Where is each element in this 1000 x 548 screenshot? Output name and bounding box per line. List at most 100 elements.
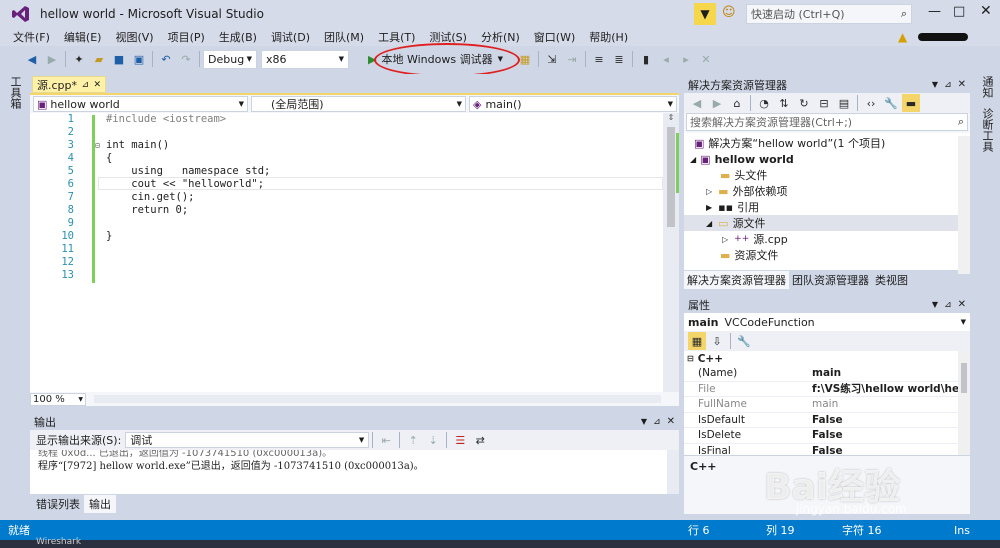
- menu-project[interactable]: 项目(P): [161, 29, 212, 45]
- chevron-down-icon[interactable]: ▼: [932, 80, 938, 89]
- find-message-icon[interactable]: ⇤: [377, 431, 395, 449]
- menu-window[interactable]: 窗口(W): [527, 29, 582, 45]
- property-row[interactable]: (Name) main: [684, 366, 970, 382]
- output-vertical-scrollbar[interactable]: [667, 450, 679, 494]
- tab-team-explorer[interactable]: 团队资源管理器: [789, 272, 872, 288]
- new-project-icon[interactable]: ✦: [70, 50, 88, 68]
- collapse-all-icon[interactable]: ⊟: [815, 94, 833, 112]
- property-row[interactable]: IsFinal False: [684, 444, 970, 455]
- pending-changes-icon[interactable]: ◔: [755, 94, 773, 112]
- bookmark-icon[interactable]: ▮: [637, 50, 655, 68]
- tree-vertical-scrollbar[interactable]: [958, 136, 970, 274]
- open-file-icon[interactable]: ▰: [90, 50, 108, 68]
- pin-icon[interactable]: ⊿: [653, 417, 661, 427]
- prev-message-icon[interactable]: ⇡: [404, 431, 422, 449]
- home-icon[interactable]: ⌂: [728, 94, 746, 112]
- redo-icon[interactable]: ↷: [177, 50, 195, 68]
- pin-icon[interactable]: ⊿: [944, 300, 952, 310]
- tab-error-list[interactable]: 错误列表: [32, 496, 84, 512]
- menu-build[interactable]: 生成(B): [212, 29, 264, 45]
- property-row[interactable]: File f:\VS练习\hellow world\he: [684, 382, 970, 397]
- configuration-select[interactable]: Debug ▼: [203, 49, 257, 69]
- alphabetical-icon[interactable]: ⇩: [708, 332, 726, 350]
- forward-icon[interactable]: ▶: [708, 94, 726, 112]
- tree-item-source-cpp[interactable]: ▷ ++ 源.cpp: [684, 231, 970, 247]
- clear-all-icon[interactable]: ☰: [451, 431, 469, 449]
- scrollbar-thumb[interactable]: [667, 127, 675, 227]
- properties-category[interactable]: ⊟ C++: [684, 351, 970, 366]
- word-wrap-icon[interactable]: ⇄: [471, 431, 489, 449]
- close-button[interactable]: ✕: [980, 3, 992, 19]
- menu-tools[interactable]: 工具(T): [371, 29, 422, 45]
- property-row[interactable]: IsDelete False: [684, 428, 970, 444]
- tree-item-external-deps[interactable]: ▷ ▬ 外部依赖项: [684, 183, 970, 199]
- property-row[interactable]: FullName main: [684, 397, 970, 413]
- notifications-tab[interactable]: 通知: [979, 76, 995, 98]
- filter-icon[interactable]: ▼: [694, 3, 716, 25]
- code-editor[interactable]: 1 #include <iostream> 2 3 ⊟ int main() 4{ 5…: [30, 113, 679, 392]
- collapse-icon[interactable]: ⊟: [95, 139, 100, 152]
- diagnostic-tools-tab[interactable]: 诊断工具: [979, 108, 995, 152]
- feedback-icon[interactable]: ☺: [722, 5, 736, 20]
- menu-team[interactable]: 团队(M): [317, 29, 371, 45]
- property-pages-icon[interactable]: 🔧: [735, 332, 753, 350]
- close-tab-icon[interactable]: ✕: [93, 80, 101, 90]
- chevron-down-icon[interactable]: ▼: [932, 300, 938, 309]
- solution-search-box[interactable]: 搜索解决方案资源管理器(Ctrl+;) ⌕: [686, 113, 968, 131]
- refresh-icon[interactable]: ↻: [795, 94, 813, 112]
- tree-item-resource-files[interactable]: ▬ 资源文件: [684, 247, 970, 263]
- scope-nav-select[interactable]: (全局范围) ▼: [251, 96, 466, 112]
- tree-item-solution[interactable]: ▣ 解决方案“hellow world”(1 个项目): [684, 135, 970, 151]
- back-icon[interactable]: ◀: [23, 50, 41, 68]
- zoom-select[interactable]: 100 % ▼: [30, 392, 86, 406]
- view-code-icon[interactable]: ‹›: [862, 94, 880, 112]
- taskbar-item-wireshark[interactable]: Wireshark: [36, 537, 81, 547]
- scrollbar-thumb[interactable]: [961, 363, 967, 393]
- tab-output[interactable]: 输出: [84, 495, 116, 513]
- preview-selected-icon[interactable]: ▬: [902, 94, 920, 112]
- comment-icon[interactable]: ≡: [590, 50, 608, 68]
- maximize-button[interactable]: □: [953, 4, 965, 19]
- clear-bookmarks-icon[interactable]: ✕: [697, 50, 715, 68]
- property-row[interactable]: IsDefault False: [684, 413, 970, 428]
- close-icon[interactable]: ✕: [958, 299, 966, 310]
- pin-icon[interactable]: ⊿: [944, 80, 952, 90]
- menu-view[interactable]: 视图(V): [108, 29, 160, 45]
- function-nav-select[interactable]: ◈ main() ▼: [469, 96, 677, 112]
- account-name-redacted[interactable]: [918, 33, 968, 41]
- forward-icon[interactable]: ▶: [43, 50, 61, 68]
- tree-item-project[interactable]: ◢ ▣ hellow world: [684, 151, 970, 167]
- menu-help[interactable]: 帮助(H): [582, 29, 635, 45]
- properties-object-select[interactable]: main VCCodeFunction ▼: [684, 313, 970, 331]
- menu-file[interactable]: 文件(F): [6, 29, 57, 45]
- warning-icon[interactable]: ▲: [898, 30, 907, 44]
- editor-vertical-scrollbar[interactable]: ⇕: [663, 113, 679, 392]
- step-into-icon[interactable]: ⇲: [543, 50, 561, 68]
- properties-vertical-scrollbar[interactable]: [958, 351, 970, 455]
- chevron-down-icon[interactable]: ▼: [641, 417, 647, 426]
- tree-item-references[interactable]: ▶ ▪▪ 引用: [684, 199, 970, 215]
- sync-icon[interactable]: ⇅: [775, 94, 793, 112]
- quick-launch[interactable]: 快速启动 (Ctrl+Q) ⌕: [746, 4, 912, 24]
- next-message-icon[interactable]: ⇣: [424, 431, 442, 449]
- pin-icon[interactable]: ⊿: [81, 80, 89, 90]
- properties-icon[interactable]: 🔧: [882, 94, 900, 112]
- save-all-icon[interactable]: ▣: [130, 50, 148, 68]
- minimize-button[interactable]: —: [928, 4, 941, 19]
- split-icon[interactable]: ⇕: [663, 113, 679, 122]
- menu-debug[interactable]: 调试(D): [264, 29, 317, 45]
- undo-icon[interactable]: ↶: [157, 50, 175, 68]
- editor-horizontal-scrollbar[interactable]: [94, 395, 661, 403]
- close-icon[interactable]: ✕: [667, 416, 675, 427]
- document-tab[interactable]: 源.cpp* ⊿ ✕: [32, 76, 106, 93]
- step-over-icon[interactable]: ⇥: [563, 50, 581, 68]
- show-all-files-icon[interactable]: ▤: [835, 94, 853, 112]
- project-nav-select[interactable]: ▣ hellow world ▼: [33, 96, 248, 112]
- next-bookmark-icon[interactable]: ▸: [677, 50, 695, 68]
- categorized-icon[interactable]: ▦: [688, 332, 706, 350]
- back-icon[interactable]: ◀: [688, 94, 706, 112]
- close-icon[interactable]: ✕: [958, 79, 966, 90]
- tab-class-view[interactable]: 类视图: [872, 272, 911, 288]
- toolbox-tab[interactable]: 工具箱: [9, 76, 23, 109]
- platform-select[interactable]: x86 ▼: [261, 49, 349, 69]
